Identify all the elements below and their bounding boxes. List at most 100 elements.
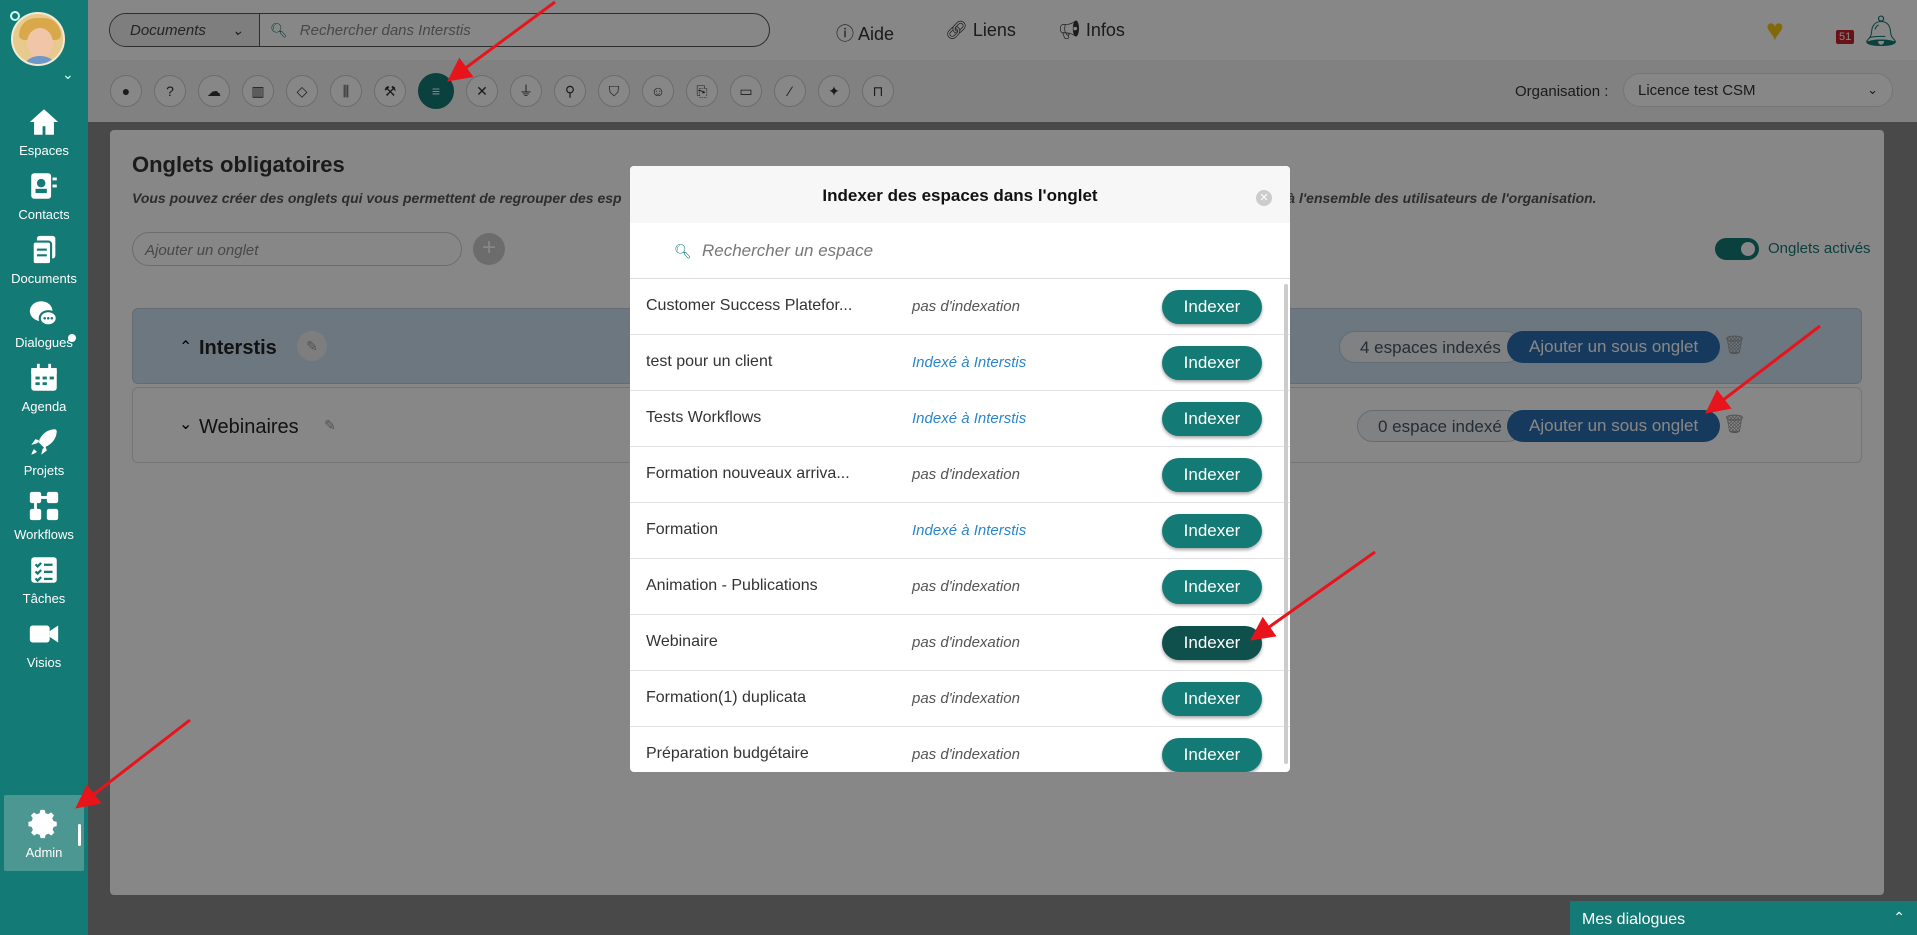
shield-icon[interactable]: ⛉ xyxy=(598,75,630,107)
sliders-icon[interactable]: ⫼ xyxy=(330,75,362,107)
sidebar-item-admin[interactable]: Admin xyxy=(4,795,84,871)
wrench-icon[interactable]: ⚲ xyxy=(554,75,586,107)
status-dot xyxy=(10,11,20,21)
admin-toolbar: ● ? ☁ ▥ ◇ ⫼ ⚒ ≡ ✕ ⏚ ⚲ ⛉ ☺ ⎘ ▭ ⁄ ✦ ⊓ Orga… xyxy=(88,60,1917,122)
tabs-enabled-toggle[interactable] xyxy=(1715,238,1759,260)
space-search-input[interactable]: Rechercher un espace xyxy=(702,241,873,261)
chevron-up-icon[interactable]: ⌃ xyxy=(179,337,192,357)
edit-icon[interactable]: ✎ xyxy=(297,331,327,361)
list-item: Préparation budgétaire pas d'indexation In… xyxy=(630,727,1290,772)
cloud-icon[interactable]: ☁ xyxy=(198,75,230,107)
indexed-count-badge[interactable]: 4 espaces indexés xyxy=(1339,331,1522,363)
list-item: Formation nouveaux arriva... pas d'indexa… xyxy=(630,447,1290,503)
search-input[interactable]: Rechercher dans Interstis xyxy=(300,22,471,39)
magic-wand-icon[interactable]: ✦ xyxy=(818,75,850,107)
add-tab-input[interactable]: Ajouter un onglet xyxy=(132,232,462,266)
index-button[interactable]: Indexer xyxy=(1162,458,1262,492)
index-button[interactable]: Indexer xyxy=(1162,570,1262,604)
checklist-icon xyxy=(31,556,57,583)
sidebar-item-contacts[interactable]: Contacts xyxy=(0,158,88,232)
chevron-up-icon[interactable]: ⌃ xyxy=(1893,909,1905,926)
sidebar-item-taches[interactable]: Tâches xyxy=(0,542,88,616)
search-scope-select[interactable]: Documents ⌄ xyxy=(110,14,260,46)
tag-icon[interactable]: ◇ xyxy=(286,75,318,107)
plug-icon[interactable]: ⏚ xyxy=(510,75,542,107)
index-spaces-modal: Indexer des espaces dans l'onglet ✕ 🔍︎ R… xyxy=(630,166,1290,772)
rocket-icon xyxy=(31,428,57,455)
add-tab-button[interactable]: + xyxy=(473,233,505,265)
help-link[interactable]: ⓘ Aide xyxy=(836,20,894,46)
links-link-label: Liens xyxy=(972,20,1016,40)
video-camera-icon xyxy=(29,625,59,642)
list-item: Formation Indexé à Interstis Indexer xyxy=(630,503,1290,559)
index-button[interactable]: Indexer xyxy=(1162,626,1262,660)
info-link-label: Infos xyxy=(1085,20,1125,40)
index-status: pas d'indexation xyxy=(912,298,1020,315)
id-card-icon[interactable]: ▭ xyxy=(730,75,762,107)
smiley-icon[interactable]: ☺ xyxy=(642,75,674,107)
bell-icon[interactable]: 🔔︎ xyxy=(1862,14,1900,49)
indexed-count-badge[interactable]: 0 espace indexé xyxy=(1357,410,1523,442)
global-search: Documents ⌄ 🔍︎ Rechercher dans Interstis xyxy=(109,13,770,47)
hammer-icon[interactable]: ⚒ xyxy=(374,75,406,107)
modal-title: Indexer des espaces dans l'onglet xyxy=(630,166,1290,223)
close-icon[interactable]: ✕ xyxy=(1256,190,1272,206)
sidebar-item-espaces[interactable]: Espaces xyxy=(0,94,88,168)
index-status: Indexé à Interstis xyxy=(912,410,1027,427)
index-status: pas d'indexation xyxy=(912,578,1020,595)
active-indicator xyxy=(78,824,81,846)
trash-icon[interactable]: 🗑︎ xyxy=(1723,335,1746,356)
index-button[interactable]: Indexer xyxy=(1162,514,1262,548)
sidebar-item-label: Tâches xyxy=(22,590,66,606)
list-icon[interactable]: ≡ xyxy=(418,73,454,109)
trash-icon[interactable]: 🗑︎ xyxy=(1723,414,1746,435)
chevron-down-icon[interactable]: ⌄ xyxy=(179,414,192,434)
help-icon: ⓘ xyxy=(836,24,854,44)
gear-icon xyxy=(28,809,57,838)
app-root: ⌄ Espaces Contacts Documents Dialogues A… xyxy=(0,0,1917,935)
sidebar-item-label: Visios xyxy=(26,654,62,670)
sidebar-item-projets[interactable]: Projets xyxy=(0,414,88,488)
add-subtab-button[interactable]: Ajouter un sous onglet xyxy=(1507,410,1721,442)
sidebar-item-documents[interactable]: Documents xyxy=(0,222,88,296)
org-select-value: Licence test CSM xyxy=(1638,82,1756,99)
sidebar-item-label: Agenda xyxy=(21,398,67,414)
space-name: Formation xyxy=(646,521,719,538)
space-list: Customer Success Platefor... pas d'indexa… xyxy=(630,279,1290,772)
sidebar-item-label: Dialogues xyxy=(15,334,73,350)
chevron-down-icon: ⌄ xyxy=(231,21,244,38)
my-dialogues-bar[interactable]: Mes dialogues ⌃ xyxy=(1570,901,1917,935)
tools-icon[interactable]: ✕ xyxy=(466,75,498,107)
avatar[interactable] xyxy=(11,12,65,66)
info-link[interactable]: 📢︎ Infos xyxy=(1058,20,1125,41)
sidebar-item-workflows[interactable]: Workflows xyxy=(0,478,88,552)
org-select[interactable]: Licence test CSM ⌄ xyxy=(1623,73,1893,107)
list-item: Formation(1) duplicata pas d'indexation In… xyxy=(630,671,1290,727)
scrollbar[interactable] xyxy=(1284,284,1288,764)
edit-icon[interactable]: ✎ xyxy=(315,410,345,440)
index-button[interactable]: Indexer xyxy=(1162,346,1262,380)
user-icon[interactable]: ● xyxy=(110,75,142,107)
brush-icon[interactable]: ⁄ xyxy=(774,75,806,107)
lock-icon[interactable]: ⊓ xyxy=(862,75,894,107)
sidebar-item-visios[interactable]: Visios xyxy=(0,606,88,680)
index-button[interactable]: Indexer xyxy=(1162,682,1262,716)
add-subtab-button[interactable]: Ajouter un sous onglet xyxy=(1507,331,1721,363)
index-button[interactable]: Indexer xyxy=(1162,738,1262,772)
links-link[interactable]: 🔗︎ Liens xyxy=(945,20,1016,41)
space-name: Webinaire xyxy=(646,633,718,650)
chart-icon[interactable]: ▥ xyxy=(242,75,274,107)
index-button[interactable]: Indexer xyxy=(1162,402,1262,436)
sidebar-item-label: Projets xyxy=(23,462,65,478)
chevron-down-icon[interactable]: ⌄ xyxy=(62,66,74,83)
index-status: Indexé à Interstis xyxy=(912,354,1027,371)
help-icon[interactable]: ? xyxy=(154,75,186,107)
sidebar-item-label: Workflows xyxy=(14,526,74,542)
index-button[interactable]: Indexer xyxy=(1162,290,1262,324)
sidebar-item-dialogues[interactable]: Dialogues xyxy=(0,286,88,360)
sidebar-item-label: Admin xyxy=(25,844,63,860)
sidebar-item-label: Contacts xyxy=(18,206,70,222)
chat-bar-label: Mes dialogues xyxy=(1582,911,1686,928)
sidebar-item-agenda[interactable]: Agenda xyxy=(0,350,88,424)
document-search-icon[interactable]: ⎘ xyxy=(686,75,718,107)
